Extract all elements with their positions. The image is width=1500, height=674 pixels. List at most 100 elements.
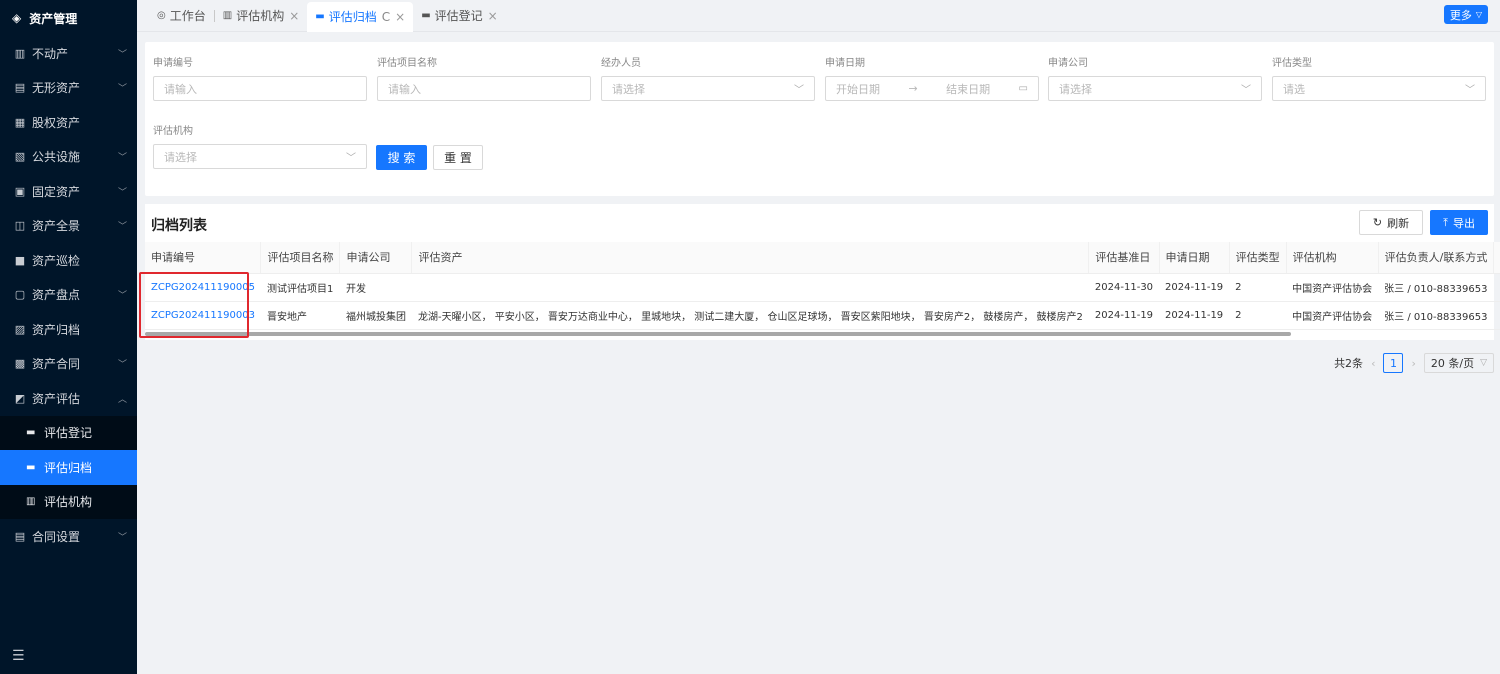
search-button[interactable]: 搜 索 xyxy=(376,145,427,170)
settings-icon: ▤ xyxy=(14,529,26,543)
chevron-down-icon: ﹀ xyxy=(117,532,127,543)
sidebar-item-contract-settings[interactable]: ▤ 合同设置 ﹀ xyxy=(0,519,137,554)
table-cell: 林 xyxy=(1493,301,1500,330)
chevron-down-icon: ▽ xyxy=(1475,10,1482,19)
sidebar-item-label: 合同设置 xyxy=(32,529,81,544)
sidebar-item-label: 资产归档 xyxy=(32,322,81,337)
close-icon[interactable]: × xyxy=(488,9,498,23)
table-cell: 张三 / 010-88339653 xyxy=(1378,301,1494,330)
sidebar-item-4[interactable]: ▣ 固定资产 ﹀ xyxy=(0,174,137,209)
sidebar-logo[interactable]: ◈ 资产管理 xyxy=(0,0,137,36)
sidebar-item-1[interactable]: ▤ 无形资产 ﹀ xyxy=(0,71,137,106)
highlight-box xyxy=(139,272,249,338)
table-cell: 福州城投集团 xyxy=(339,301,412,330)
date-range-picker[interactable]: 开始日期 → 结束日期 ▭ xyxy=(825,76,1039,101)
column-header: 评估类型 xyxy=(1229,242,1287,274)
monitor-icon: ▣ xyxy=(14,184,26,198)
tab-1[interactable]: ▥ 评估机构 × xyxy=(215,2,308,30)
column-header: 评估负责人/联系方式 xyxy=(1378,242,1495,274)
chevron-down-icon: ﹀ xyxy=(117,360,127,371)
search-field-2: 经办人员 请选择 ﹀ xyxy=(601,54,815,101)
select-field[interactable]: 请选择 ﹀ xyxy=(601,76,815,101)
search-field-6: 评估机构请选择 ﹀ xyxy=(153,122,367,169)
table-cell: 2024-11-19 xyxy=(1159,273,1230,302)
sidebar-item-label: 固定资产 xyxy=(32,184,81,199)
sidebar-item-10[interactable]: ◩ 资产评估 ︿ xyxy=(0,381,137,416)
horizontal-scrollbar[interactable] xyxy=(145,332,1291,336)
sidebar-item-2[interactable]: ▦ 股权资产 xyxy=(0,105,137,140)
submenu-item-0[interactable]: ▬ 评估登记 xyxy=(0,415,137,450)
sidebar-item-label: 不动产 xyxy=(32,46,69,61)
field-label: 申请日期 xyxy=(825,58,865,69)
refresh-icon: ↻ xyxy=(1372,216,1383,229)
tab-3[interactable]: ▬ 评估登记 × xyxy=(413,2,506,30)
submenu-item-1[interactable]: ▬ 评估归档 xyxy=(0,450,137,485)
table-cell: 2 xyxy=(1229,273,1287,302)
table-cell: 林林林 xyxy=(1493,273,1500,302)
submenu-item-2[interactable]: ▥ 评估机构 xyxy=(0,484,137,519)
chevron-down-icon: ﹀ xyxy=(117,49,127,60)
close-icon[interactable]: × xyxy=(395,10,405,24)
close-icon[interactable]: × xyxy=(289,9,299,23)
sidebar-item-5[interactable]: ◫ 资产全景 ﹀ xyxy=(0,209,137,244)
select-field[interactable]: 请选 ﹀ xyxy=(1272,76,1486,101)
logo-text: 资产管理 xyxy=(29,11,78,26)
text-input[interactable]: 请输入 xyxy=(153,76,367,101)
tab-0[interactable]: ◎ 工作台 xyxy=(149,2,214,30)
sidebar-item-0[interactable]: ▥ 不动产 ﹀ xyxy=(0,36,137,71)
refresh-icon[interactable]: C xyxy=(382,10,390,24)
equity-icon: ▦ xyxy=(14,115,26,129)
table-cell xyxy=(411,273,1089,302)
sidebar-item-7[interactable]: ▢ 资产盘点 ﹀ xyxy=(0,278,137,313)
sidebar-item-8[interactable]: ▨ 资产归档 xyxy=(0,312,137,347)
sidebar-item-label: 资产评估 xyxy=(32,391,81,406)
list-title: 归档列表 xyxy=(151,218,207,234)
chevron-down-icon: ﹀ xyxy=(117,222,127,233)
chevron-down-icon: ﹀ xyxy=(117,187,127,198)
arrow-right-icon: → xyxy=(908,82,918,95)
sidebar-item-3[interactable]: ▧ 公共设施 ﹀ xyxy=(0,140,137,175)
tab-2[interactable]: ▬ 评估归档 C × xyxy=(307,1,414,32)
field-label: 评估类型 xyxy=(1272,58,1312,69)
tab-icon: ▬ xyxy=(421,10,431,21)
inspect-icon: ■ xyxy=(14,253,26,267)
next-page-icon[interactable]: › xyxy=(1411,357,1415,370)
select-field[interactable]: 请选择 ﹀ xyxy=(153,144,367,169)
prev-page-icon[interactable]: ‹ xyxy=(1371,357,1375,370)
search-panel: 搜 索 重 置 申请编号 请输入 评估项目名称 请输入 经办人员 请选择 ﹀ 申请日期 开始日期… xyxy=(145,42,1494,196)
tab-icon: ▬ xyxy=(315,11,325,22)
table-cell: 中国资产评估协会 xyxy=(1286,273,1379,302)
more-button[interactable]: 更多 ▽ xyxy=(1443,5,1488,24)
table-cell: 中国资产评估协会 xyxy=(1286,301,1379,330)
select-field[interactable]: 请选择 ﹀ xyxy=(1048,76,1262,101)
upload-icon: ⤒ xyxy=(1443,215,1448,229)
chevron-down-icon: ▽ xyxy=(1480,358,1487,368)
field-label: 评估项目名称 xyxy=(377,58,437,69)
text-input[interactable]: 请输入 xyxy=(377,76,591,101)
list-panel: 归档列表 ↻ 刷新 ⤒ 导出 申请编号 评估项目名称 申请公司 评估资产 评估基准日 申请… xyxy=(145,204,1500,340)
page-1[interactable]: 1 xyxy=(1383,353,1404,373)
sidebar-item-6[interactable]: ■ 资产巡检 xyxy=(0,243,137,278)
menu-fold-icon[interactable]: ☰ xyxy=(12,648,25,664)
export-button[interactable]: ⤒ 导出 xyxy=(1430,210,1488,235)
table-row: ZCPG202411190005 测试评估项目1 开发 2024-11-30 2024-… xyxy=(145,273,1500,302)
sidebar-item-label: 无形资产 xyxy=(32,81,81,96)
inventory-icon: ▢ xyxy=(14,288,26,302)
chevron-down-icon: ﹀ xyxy=(794,85,804,96)
field-label: 评估机构 xyxy=(153,126,193,137)
sidebar-item-label: 资产盘点 xyxy=(32,288,81,303)
column-header: 评估机构 xyxy=(1286,242,1379,274)
column-header: 评估基准日 xyxy=(1088,242,1160,274)
page-size-select[interactable]: 20 条/页 ▽ xyxy=(1423,353,1494,373)
sidebar-item-9[interactable]: ▩ 资产合同 ﹀ xyxy=(0,347,137,382)
table-cell: 龙湖-天曜小区， 平安小区， 晋安万达商业中心， 里城地块， 测试二建大厦， 仓… xyxy=(411,301,1089,330)
sidebar-item-label: 资产巡检 xyxy=(32,253,81,268)
evaluate-icon: ◩ xyxy=(14,391,26,405)
refresh-button[interactable]: ↻ 刷新 xyxy=(1358,210,1424,235)
reset-button[interactable]: 重 置 xyxy=(433,145,483,170)
search-field-5: 评估类型请选 ﹀ xyxy=(1272,54,1486,101)
tab-icon: ▥ xyxy=(222,10,233,21)
chevron-down-icon: ﹀ xyxy=(117,84,127,95)
search-field-0: 申请编号 请输入 xyxy=(153,54,367,101)
chevron-down-icon: ﹀ xyxy=(117,291,127,302)
